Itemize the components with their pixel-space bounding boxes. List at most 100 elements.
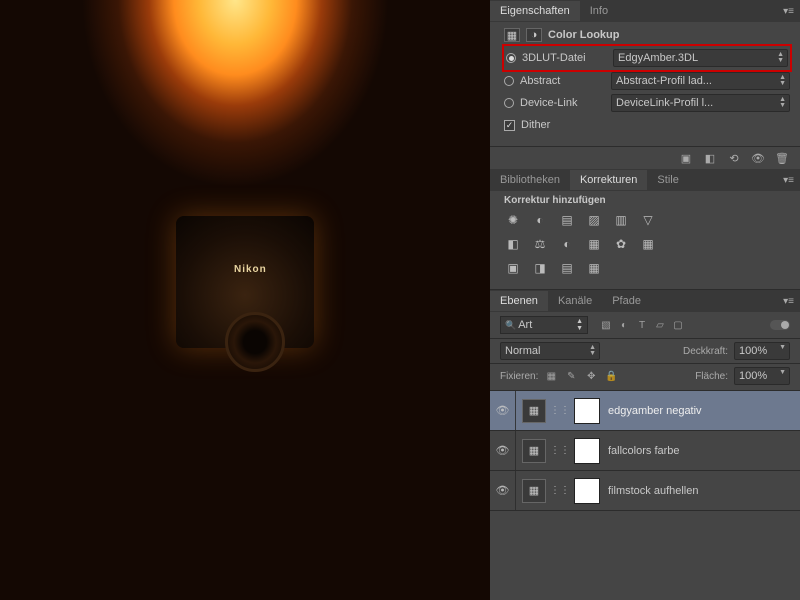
mask-icon: ◑: [526, 28, 542, 42]
panel-menu-icon[interactable]: ▾≡: [777, 4, 800, 19]
checkbox-dither[interactable]: [504, 120, 515, 131]
adjustment-icon[interactable]: ◐: [531, 212, 549, 228]
lock-pixels-icon[interactable]: ✎: [564, 369, 578, 383]
adjustment-icon[interactable]: ◨: [531, 260, 549, 276]
reset-icon[interactable]: ⟲: [726, 151, 742, 165]
blend-mode-dropdown[interactable]: Normal ▲▼: [500, 342, 600, 360]
visibility-toggle-icon[interactable]: 👁: [490, 391, 516, 430]
chevron-updown-icon: ▲▼: [779, 75, 786, 87]
properties-section: ▦ ◑ Color Lookup 3DLUT-Datei EdgyAmber.3…: [490, 22, 800, 146]
dropdown-3dlut-value: EdgyAmber.3DL: [618, 52, 698, 64]
label-3dlut: 3DLUT-Datei: [522, 52, 607, 64]
tab-corrections[interactable]: Korrekturen: [570, 170, 647, 190]
radio-abstract[interactable]: [504, 76, 514, 86]
view-previous-icon[interactable]: ◧: [702, 151, 718, 165]
corrections-tabbar: Bibliotheken Korrekturen Stile ▾≡: [490, 169, 800, 191]
adjustment-icon[interactable]: ▨: [585, 212, 603, 228]
adjustment-row-2: ◧ ⚖ ◐ ▦ ✿ ▦: [490, 236, 800, 260]
adjustment-icon[interactable]: ◧: [504, 236, 522, 252]
layer-mask-thumb[interactable]: [574, 438, 600, 464]
dropdown-abstract[interactable]: Abstract-Profil lad... ▲▼: [611, 72, 790, 90]
filter-type-icon[interactable]: T: [634, 320, 650, 331]
dropdown-devicelink[interactable]: DeviceLink-Profil l... ▲▼: [611, 94, 790, 112]
filter-smart-icon[interactable]: ▢: [670, 320, 686, 331]
link-mask-icon[interactable]: ⋮⋮: [550, 485, 570, 496]
layer-row[interactable]: 👁▦ ⋮⋮ fallcolors farbe: [490, 431, 800, 471]
visibility-toggle-icon[interactable]: 👁: [490, 471, 516, 510]
radio-3dlut[interactable]: [506, 53, 516, 63]
adjustment-thumb-icon: ▦: [522, 439, 546, 463]
chevron-down-icon: ▼: [779, 345, 786, 351]
tab-properties[interactable]: Eigenschaften: [490, 1, 580, 21]
adjustment-icon[interactable]: ▦: [585, 260, 603, 276]
adjustment-icon[interactable]: ⚖: [531, 236, 549, 252]
adjustment-thumb-icon: ▦: [522, 399, 546, 423]
layer-row[interactable]: 👁▦ ⋮⋮ edgyamber negativ: [490, 391, 800, 431]
layer-list: 👁▦⋮⋮edgyamber negativ👁▦⋮⋮fallcolors farb…: [490, 391, 800, 511]
adjustment-icon[interactable]: ▤: [558, 212, 576, 228]
trash-icon[interactable]: 🗑: [774, 151, 790, 165]
filter-pixel-icon[interactable]: ▧: [598, 320, 614, 331]
dropdown-3dlut-file[interactable]: EdgyAmber.3DL ▲▼: [613, 49, 788, 67]
tab-layers[interactable]: Ebenen: [490, 291, 548, 311]
filter-adjust-icon[interactable]: ◐: [616, 320, 632, 331]
lock-transparency-icon[interactable]: ▦: [544, 369, 558, 383]
adjustment-icon[interactable]: ✺: [504, 212, 522, 228]
camera-brand-text: Nikon: [234, 264, 267, 275]
tab-channels[interactable]: Kanäle: [548, 291, 602, 311]
properties-bottombar: ▣ ◧ ⟲ 👁 🗑: [490, 146, 800, 169]
properties-tabbar: Eigenschaften Info ▾≡: [490, 0, 800, 22]
lock-row: Fixieren: ▦ ✎ ✥ 🔒 Fläche: 100% ▼: [490, 364, 800, 391]
link-mask-icon[interactable]: ⋮⋮: [550, 445, 570, 456]
link-mask-icon[interactable]: ⋮⋮: [550, 405, 570, 416]
adjustment-icon[interactable]: ▽: [639, 212, 657, 228]
layer-mask-thumb[interactable]: [574, 478, 600, 504]
lock-all-icon[interactable]: 🔒: [604, 369, 618, 383]
adjustment-row-3: ▣ ◨ ▤ ▦: [490, 260, 800, 284]
filter-toggle[interactable]: [770, 320, 790, 330]
filter-shape-icon[interactable]: ▱: [652, 320, 668, 331]
adjustment-icon[interactable]: ▤: [558, 260, 576, 276]
chevron-down-icon: ▼: [779, 370, 786, 376]
adjustment-icon[interactable]: ▣: [504, 260, 522, 276]
layers-filter-row: Art ▲▼ ▧ ◐ T ▱ ▢: [490, 312, 800, 339]
radio-devicelink[interactable]: [504, 98, 514, 108]
fill-input[interactable]: 100% ▼: [734, 367, 790, 385]
adjustment-icon[interactable]: ◐: [558, 236, 576, 252]
layer-name[interactable]: fallcolors farbe: [608, 445, 680, 457]
adjustment-row-1: ✺ ◐ ▤ ▨ ▥ ▽: [490, 212, 800, 236]
layer-filter-value: Art: [518, 319, 532, 331]
label-abstract: Abstract: [520, 75, 605, 87]
image-canvas[interactable]: Nikon: [0, 0, 490, 600]
layer-filter-dropdown[interactable]: Art ▲▼: [500, 316, 588, 334]
lock-position-icon[interactable]: ✥: [584, 369, 598, 383]
tab-styles[interactable]: Stile: [647, 170, 688, 190]
tab-paths[interactable]: Pfade: [602, 291, 651, 311]
photo-camera-lens: [225, 312, 285, 372]
visibility-icon[interactable]: 👁: [750, 151, 766, 165]
layer-row[interactable]: 👁▦⋮⋮filmstock aufhellen: [490, 471, 800, 511]
adjustment-icon[interactable]: ▥: [612, 212, 630, 228]
opacity-input[interactable]: 100% ▼: [734, 342, 790, 360]
tab-info[interactable]: Info: [580, 1, 618, 21]
layer-mask-thumb[interactable]: [574, 398, 600, 424]
highlight-3dlut-row: 3DLUT-Datei EdgyAmber.3DL ▲▼: [504, 46, 790, 70]
dropdown-devicelink-value: DeviceLink-Profil l...: [616, 97, 713, 109]
adjustment-grid-icon: ▦: [504, 28, 520, 42]
adjustment-icon[interactable]: ✿: [612, 236, 630, 252]
label-devicelink: Device-Link: [520, 97, 605, 109]
chevron-updown-icon: ▲▼: [589, 345, 596, 357]
panel-menu-icon[interactable]: ▾≡: [777, 294, 800, 309]
clip-to-layer-icon[interactable]: ▣: [678, 151, 694, 165]
adjustment-icon[interactable]: ▦: [639, 236, 657, 252]
fill-value: 100%: [739, 370, 767, 382]
layer-name[interactable]: filmstock aufhellen: [608, 485, 699, 497]
adjustment-icon[interactable]: ▦: [585, 236, 603, 252]
blend-mode-value: Normal: [505, 345, 540, 357]
tab-libraries[interactable]: Bibliotheken: [490, 170, 570, 190]
layer-name[interactable]: edgyamber negativ: [608, 405, 702, 417]
right-panels: Eigenschaften Info ▾≡ ▦ ◑ Color Lookup 3…: [490, 0, 800, 600]
visibility-toggle-icon[interactable]: 👁: [490, 431, 516, 470]
panel-menu-icon[interactable]: ▾≡: [777, 173, 800, 188]
corrections-subheader: Korrektur hinzufügen: [490, 191, 800, 212]
